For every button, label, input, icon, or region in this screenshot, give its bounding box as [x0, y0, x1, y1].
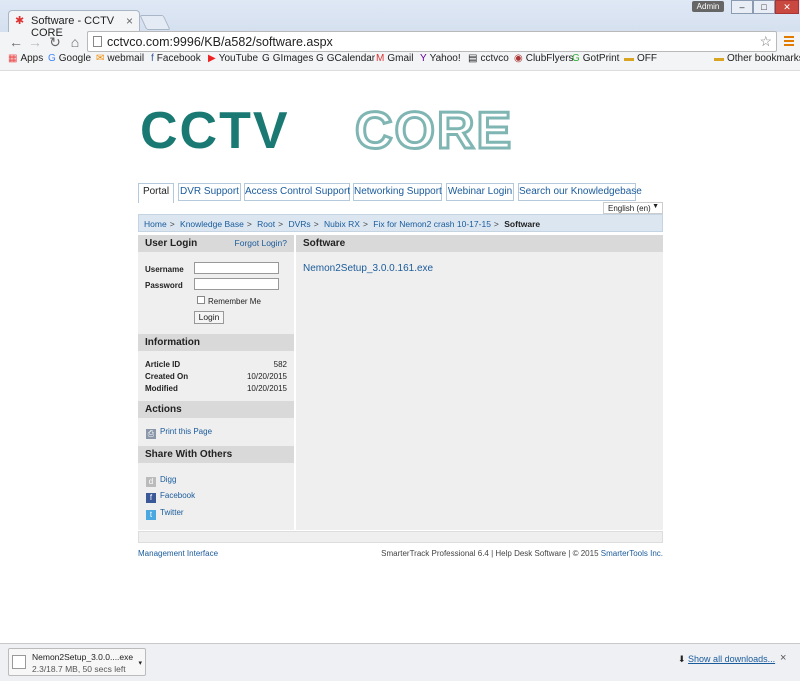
user-login-header: User Login Forgot Login? [138, 235, 294, 252]
bookmark-apps[interactable]: ▦ Apps [8, 53, 43, 64]
password-label: Password [145, 281, 183, 290]
language-select[interactable]: English (en) ▼ [603, 202, 663, 214]
breadcrumb-root[interactable]: Root [257, 219, 275, 229]
file-icon [12, 655, 26, 669]
dropdown-arrow-icon: ▼ [652, 203, 659, 210]
bookmark-gotprint[interactable]: G GotPrint [572, 53, 619, 64]
username-input[interactable] [194, 262, 279, 274]
download-file-link[interactable]: Nemon2Setup_3.0.0.161.exe [303, 263, 433, 274]
password-input[interactable] [194, 278, 279, 290]
bookmark-gcalendar[interactable]: G GCalendar [316, 53, 375, 64]
breadcrumb: Home > Knowledge Base > Root > DVRs > Nubix … [138, 214, 663, 232]
share-twitter-link[interactable]: t Twitter [146, 508, 184, 520]
login-button[interactable]: Login [194, 311, 224, 324]
maximize-button[interactable]: □ [753, 0, 775, 14]
info-row-modified: Modified 10/20/2015 [145, 384, 287, 393]
back-icon[interactable]: ← [8, 34, 24, 50]
tab-webinar-login[interactable]: Webinar Login [446, 183, 514, 201]
bookmarks-bar: ▦ Apps G Google ✉ webmail f Facebook ▶ YouTub… [0, 52, 800, 69]
tab-portal[interactable]: Portal [138, 183, 174, 203]
tab-networking-support[interactable]: Networking Support [353, 183, 442, 201]
bookmark-cctvco[interactable]: ▤ cctvco [468, 53, 509, 64]
bookmark-youtube[interactable]: ▶ YouTube [208, 53, 258, 64]
bookmark-google[interactable]: G Google [48, 53, 91, 64]
browser-tab[interactable]: ✱ Software - CCTV CORE × [8, 10, 140, 39]
close-tab-icon[interactable]: × [126, 14, 133, 28]
title-bar: ✱ Software - CCTV CORE × Admin – □ ✕ [0, 0, 800, 39]
remember-me-label: Remember Me [208, 297, 261, 306]
reload-icon[interactable]: ↻ [47, 34, 63, 50]
tab-dvr-support[interactable]: DVR Support [178, 183, 241, 201]
user-login-title: User Login [145, 238, 198, 249]
facebook-icon: f [146, 493, 156, 503]
tab-search-knowledgebase[interactable]: Search our Knowledgebase [518, 183, 642, 201]
forward-icon[interactable]: → [27, 34, 43, 50]
breadcrumb-home[interactable]: Home [144, 219, 167, 229]
minimize-button[interactable]: – [731, 0, 753, 14]
download-filename: Nemon2Setup_3.0.0....exe [32, 652, 134, 662]
bookmark-facebook[interactable]: f Facebook [151, 53, 201, 64]
print-page-link[interactable]: ⎙ Print this Page [146, 427, 212, 439]
bookmark-off[interactable]: ▬ OFF [624, 53, 657, 64]
url-text: cctvco.com:9996/KB/a582/software.aspx [107, 35, 333, 49]
bookmark-clubflyers[interactable]: ◉ ClubFlyers [514, 53, 574, 64]
close-window-button[interactable]: ✕ [775, 0, 799, 14]
download-item[interactable]: Nemon2Setup_3.0.0....exe 2.3/18.7 MB, 50… [8, 648, 146, 676]
close-download-shelf-icon[interactable]: × [780, 652, 786, 664]
svg-text:CORE: CORE [355, 102, 513, 158]
tab-access-control-support[interactable]: Access Control Support [244, 183, 350, 201]
browser-chrome: ✱ Software - CCTV CORE × Admin – □ ✕ ← →… [0, 0, 800, 70]
actions-header: Actions [138, 401, 294, 418]
left-sidebar: User Login Forgot Login? Username Passwo… [138, 235, 294, 530]
info-row-created-on: Created On 10/20/2015 [145, 372, 287, 381]
other-bookmarks[interactable]: ▬ Other bookmarks [714, 53, 800, 64]
chrome-menu-icon[interactable] [784, 36, 794, 48]
breadcrumb-dvrs[interactable]: DVRs [288, 219, 310, 229]
forgot-login-link[interactable]: Forgot Login? [235, 238, 287, 248]
share-header: Share With Others [138, 446, 294, 463]
new-tab-button[interactable] [139, 15, 171, 30]
bookmark-gmail[interactable]: M Gmail [376, 53, 413, 64]
bookmark-yahoo[interactable]: Y Yahoo! [420, 53, 461, 64]
bookmark-webmail[interactable]: ✉ webmail [96, 53, 144, 64]
profile-button[interactable]: Admin [692, 1, 724, 12]
twitter-icon: t [146, 510, 156, 520]
management-interface-link[interactable]: Management Interface [138, 549, 218, 558]
download-menu-arrow-icon[interactable]: ▾ [138, 659, 142, 667]
cctv-core-logo: CCTV CORE [140, 102, 513, 158]
digg-icon: d [146, 477, 156, 487]
bookmark-star-icon[interactable]: ☆ [759, 33, 772, 50]
download-arrow-icon: ⬇ [678, 654, 689, 664]
info-row-article-id: Article ID 582 [145, 360, 287, 369]
svg-text:CCTV: CCTV [140, 102, 290, 158]
page-icon [93, 36, 102, 47]
remember-me-checkbox[interactable] [197, 296, 205, 304]
footer-copyright: SmarterTrack Professional 6.4 | Help Des… [381, 549, 663, 558]
home-icon[interactable]: ⌂ [67, 34, 83, 50]
information-header: Information [138, 334, 294, 351]
breadcrumb-knowledge-base[interactable]: Knowledge Base [180, 219, 244, 229]
share-digg-link[interactable]: d Digg [146, 475, 176, 487]
software-header: Software [296, 235, 663, 252]
show-all-downloads-link[interactable]: ⬇ Show all downloads... [678, 654, 775, 665]
breadcrumb-fix-nemon2[interactable]: Fix for Nemon2 crash 10-17-15 [373, 219, 491, 229]
content-bottom-bar [138, 531, 663, 543]
address-bar[interactable]: cctvco.com:9996/KB/a582/software.aspx ☆ [87, 31, 777, 52]
breadcrumb-nubix-rx[interactable]: Nubix RX [324, 219, 360, 229]
download-status: 2.3/18.7 MB, 50 secs left [32, 664, 126, 674]
share-facebook-link[interactable]: f Facebook [146, 491, 195, 503]
smartertools-link[interactable]: SmarterTools Inc. [601, 549, 663, 558]
printer-icon: ⎙ [146, 429, 156, 439]
favicon-icon: ✱ [15, 15, 25, 27]
bookmark-gimages[interactable]: G GImages [262, 53, 313, 64]
username-label: Username [145, 265, 184, 274]
main-content: Software Nemon2Setup_3.0.0.161.exe [296, 235, 663, 530]
breadcrumb-current: Software [504, 219, 541, 229]
